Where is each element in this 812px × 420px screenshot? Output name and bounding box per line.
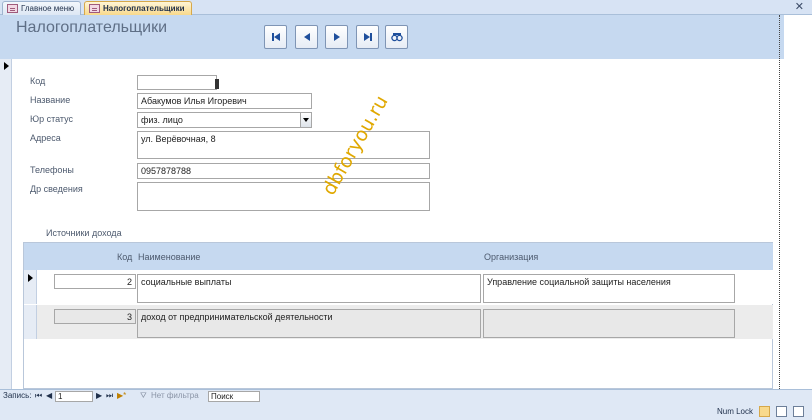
page-break-line (779, 15, 780, 389)
tab-main-menu[interactable]: Главное меню (2, 1, 82, 15)
text-caret (215, 79, 219, 89)
row-kod-field[interactable]: 2 (54, 274, 136, 289)
record-number-input[interactable]: 1 (55, 391, 93, 402)
search-input[interactable]: Поиск (208, 391, 260, 402)
row-org-field[interactable]: Управление социальной защиты населения (483, 274, 735, 303)
filter-status[interactable]: Нет фильтра (151, 391, 199, 400)
status-label: Юр статус (30, 114, 74, 124)
chevron-down-icon[interactable] (300, 113, 311, 127)
row-org-field[interactable] (483, 309, 735, 338)
other-info-label: Др сведения (30, 184, 83, 194)
last-record-button[interactable] (356, 25, 379, 49)
name-field[interactable]: Абакумов Илья Игоревич (137, 93, 312, 109)
income-sources-label: Источники дохода (46, 228, 122, 238)
record-selector[interactable] (0, 59, 12, 389)
table-row[interactable]: 3 доход от предпринимательской деятельно… (24, 305, 773, 339)
kod-field[interactable] (137, 75, 219, 90)
filter-icon: ⛛ (140, 391, 147, 400)
form-view-icon[interactable] (759, 406, 770, 417)
tab-label: Налогоплательщики (103, 4, 185, 13)
design-view-icon[interactable] (793, 406, 804, 417)
phones-label: Телефоны (30, 165, 74, 175)
table-row[interactable]: 2 социальные выплаты Управление социальн… (24, 270, 773, 304)
prev-record-icon (303, 33, 310, 41)
subform-header: Код Наименование Организация (24, 243, 773, 270)
column-header-name: Наименование (138, 252, 201, 262)
first-record-button[interactable] (264, 25, 287, 49)
form-icon (89, 4, 100, 13)
form-icon (7, 4, 18, 13)
tab-label: Главное меню (21, 4, 75, 13)
address-label: Адреса (30, 133, 61, 143)
row-kod-field[interactable]: 3 (54, 309, 136, 324)
income-sources-subform: Код Наименование Организация 2 социальны… (23, 242, 773, 389)
row-name-field[interactable]: социальные выплаты (137, 274, 481, 303)
row-name-field[interactable]: доход от предпринимательской деятельност… (137, 309, 481, 338)
status-select[interactable]: физ. лицо (137, 112, 312, 128)
current-record-icon (28, 274, 33, 282)
last-record-icon (363, 33, 372, 41)
kod-label: Код (30, 76, 46, 86)
last-record-icon[interactable]: ⏭ (106, 391, 113, 401)
status-right: Num Lock (717, 406, 804, 417)
datasheet-view-icon[interactable] (776, 406, 787, 417)
prev-record-button[interactable] (295, 25, 318, 49)
record-label: Запись: (3, 391, 32, 400)
tab-taxpayers[interactable]: Налогоплательщики (84, 1, 192, 15)
other-info-field[interactable] (137, 182, 430, 211)
find-button[interactable] (385, 25, 408, 49)
page-title: Налогоплательщики (16, 19, 168, 36)
row-selector[interactable] (24, 305, 37, 339)
phones-field[interactable]: 0957878788 (137, 163, 430, 179)
new-record-icon[interactable]: ▶* (117, 391, 126, 400)
next-record-icon[interactable]: ▶ (96, 391, 102, 400)
first-record-icon[interactable]: ⏮ (35, 391, 42, 401)
first-record-icon (271, 33, 280, 41)
form-header: Налогоплательщики (0, 15, 784, 59)
document-tabs: Главное меню Налогоплательщики ✕ (0, 0, 812, 15)
close-icon[interactable]: ✕ (795, 0, 804, 14)
name-label: Название (30, 95, 71, 105)
column-header-kod: Код (117, 252, 133, 262)
numlock-indicator: Num Lock (716, 407, 753, 416)
find-icon (390, 33, 403, 42)
address-field[interactable]: ул. Верёвочная, 8 (137, 131, 430, 159)
next-record-icon (333, 33, 340, 41)
status-bar: Запись: ⏮ ◀ 1 ▶ ⏭ ▶* ⛛ Нет фильтра Поиск… (0, 389, 812, 420)
row-selector[interactable] (24, 270, 37, 304)
prev-record-icon[interactable]: ◀ (46, 391, 52, 400)
column-header-org: Организация (484, 252, 539, 262)
next-record-button[interactable] (325, 25, 348, 49)
current-record-icon (4, 62, 9, 70)
